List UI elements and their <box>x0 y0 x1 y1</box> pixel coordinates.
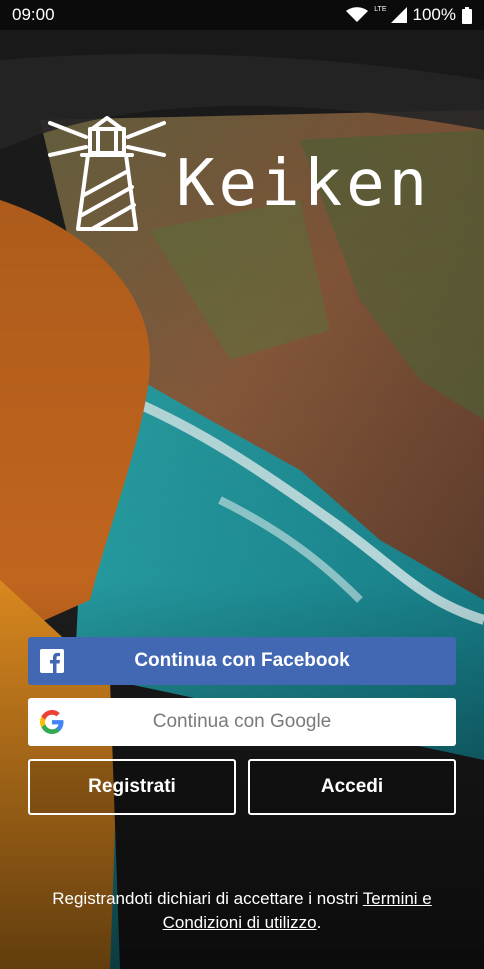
signal-icon <box>390 7 407 23</box>
status-icons: LTE 100% <box>346 5 472 25</box>
terms-suffix: . <box>316 913 322 932</box>
status-bar: 09:00 LTE 100% <box>0 0 484 30</box>
facebook-icon <box>40 649 64 673</box>
google-login-button[interactable]: Continua con Google <box>28 698 456 746</box>
login-screen: 09:00 LTE 100% Keiken Continua con Faceb… <box>0 0 484 969</box>
status-time: 09:00 <box>12 5 55 24</box>
google-button-label: Continua con Google <box>152 711 332 732</box>
login-button[interactable]: Accedi <box>248 759 456 815</box>
facebook-button-label: Continua con Facebook <box>134 650 350 671</box>
wifi-icon <box>346 7 369 22</box>
brand-name: Keiken <box>176 147 432 221</box>
terms-prefix: Registrandoti dichiari di accettare i no… <box>52 889 363 908</box>
google-icon <box>40 710 64 734</box>
terms-notice: Registrandoti dichiari di accettare i no… <box>20 887 464 935</box>
network-type: LTE <box>374 5 387 13</box>
battery-percent: 100% <box>412 5 456 24</box>
facebook-login-button[interactable]: Continua con Facebook <box>28 637 456 685</box>
register-button[interactable]: Registrati <box>28 759 236 815</box>
battery-icon <box>462 6 472 24</box>
login-button-label: Accedi <box>320 776 384 797</box>
register-button-label: Registrati <box>88 776 176 797</box>
